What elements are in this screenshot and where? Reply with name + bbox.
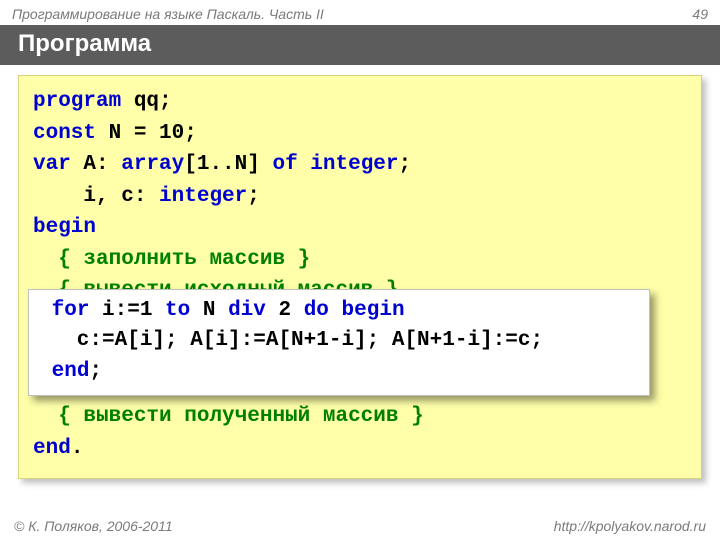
highlighted-code-box: for i:=1 to N div 2 do begin c:=A[i]; A[…: [28, 289, 650, 396]
code-line: begin: [33, 212, 687, 244]
slide-footer: © К. Поляков, 2006-2011 http://kpolyakov…: [0, 518, 720, 534]
copyright: © К. Поляков, 2006-2011: [14, 518, 173, 534]
slide-title: Программа: [0, 25, 720, 65]
slide-header: Программирование на языке Паскаль. Часть…: [0, 0, 720, 25]
code-line: end.: [33, 433, 687, 465]
code-line: program qq;: [33, 86, 687, 118]
code-line: end;: [39, 357, 639, 387]
code-line: { вывести полученный массив }: [33, 401, 687, 433]
page-number: 49: [692, 6, 708, 22]
course-title: Программирование на языке Паскаль. Часть…: [12, 6, 324, 22]
content-area: program qq; const N = 10; var A: array[1…: [0, 65, 720, 479]
slide: Программирование на языке Паскаль. Часть…: [0, 0, 720, 540]
website-url: http://kpolyakov.narod.ru: [554, 518, 706, 534]
code-line: c:=A[i]; A[i]:=A[N+1-i]; A[N+1-i]:=c;: [39, 326, 639, 356]
code-line: { заполнить массив }: [33, 244, 687, 276]
code-line: for i:=1 to N div 2 do begin: [39, 296, 639, 326]
code-line: i, c: integer;: [33, 181, 687, 213]
code-line: var A: array[1..N] of integer;: [33, 149, 687, 181]
main-code-box: program qq; const N = 10; var A: array[1…: [18, 75, 702, 479]
code-line: const N = 10;: [33, 118, 687, 150]
